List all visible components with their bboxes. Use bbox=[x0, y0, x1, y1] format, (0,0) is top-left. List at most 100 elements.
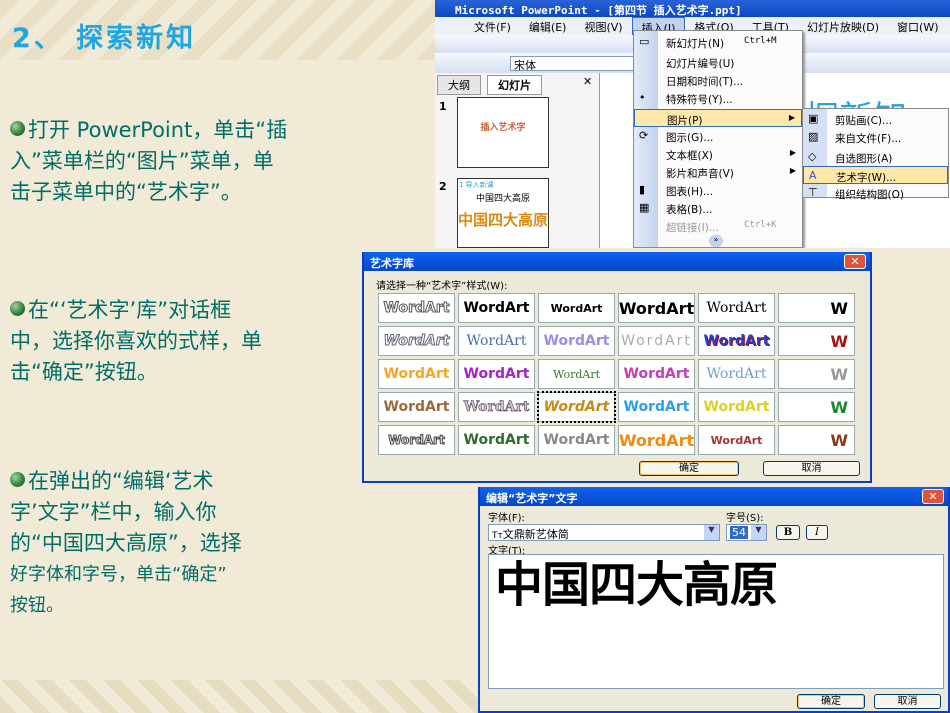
wordart-style-option[interactable]: W bbox=[778, 326, 855, 356]
wordart-style-option[interactable]: W bbox=[778, 359, 855, 389]
menu-item-symbol[interactable]: • 特殊符号(Y)... bbox=[634, 89, 802, 107]
wordart-style-option[interactable]: WordArt bbox=[698, 326, 775, 356]
wordart-style-option[interactable]: WordArt bbox=[537, 391, 616, 423]
font-select[interactable]: Tт文鼎新艺体简 ▼ bbox=[488, 524, 720, 541]
powerpoint-window: Microsoft PowerPoint - [第四节 插入艺术字.ppt] 文… bbox=[435, 0, 950, 248]
wordart-style-option[interactable]: WordArt bbox=[458, 293, 535, 323]
italic-button[interactable]: I bbox=[806, 525, 828, 540]
new-slide-icon: ▭ bbox=[639, 35, 650, 48]
submenu-arrow-icon: ▶ bbox=[788, 113, 795, 122]
slide-title: 2、 探索新知 bbox=[12, 23, 197, 54]
wordart-style-option[interactable]: WordArt bbox=[698, 359, 775, 389]
menu-item-slide-number[interactable]: 幻灯片编号(U) bbox=[634, 53, 802, 71]
cancel-button[interactable]: 取消 bbox=[874, 694, 941, 709]
ok-button[interactable]: 确定 bbox=[639, 461, 739, 476]
wordart-text-input[interactable]: 中国四大高原 bbox=[488, 554, 944, 689]
menu-item-textbox[interactable]: 文本框(X) ▶ bbox=[634, 145, 802, 163]
bullet-icon bbox=[10, 301, 25, 316]
decorative-border bbox=[0, 680, 480, 713]
wordart-style-option[interactable]: WordArt bbox=[538, 326, 615, 356]
menu-item-org-chart[interactable]: ⊤ 组织结构图(O) bbox=[803, 184, 948, 202]
wordart-style-option[interactable]: WordArt bbox=[378, 359, 455, 389]
size-label: 字号(S): bbox=[726, 513, 764, 524]
menu-view[interactable]: 视图(V) bbox=[575, 17, 631, 35]
dialog-title: 编辑“艺术字”文字 bbox=[480, 487, 948, 506]
pane-tabs: 大纲 幻灯片 ✕ bbox=[435, 75, 595, 95]
menu-item-hyperlink[interactable]: 超链接(I)... Ctrl+K bbox=[634, 217, 802, 235]
chart-icon: ▮ bbox=[639, 183, 646, 196]
wordart-style-option[interactable]: WordArt bbox=[538, 425, 615, 455]
slide-thumbnail-2[interactable]: 1 导入新课 中国四大高原 中国四大高原 bbox=[457, 178, 549, 248]
chevron-down-icon: ▼ bbox=[751, 525, 766, 540]
edit-wordart-text-dialog: 编辑“艺术字”文字 ✕ 字体(F): Tт文鼎新艺体简 ▼ 字号(S): 54 ▼ … bbox=[478, 487, 950, 713]
wordart-style-option[interactable]: WordArt bbox=[618, 326, 695, 356]
dialog-title: 艺术字库 bbox=[364, 252, 870, 271]
wordart-style-option[interactable]: WordArt bbox=[618, 293, 695, 323]
wordart-style-option[interactable]: WordArt bbox=[458, 326, 535, 356]
wordart-style-option[interactable]: WordArt bbox=[378, 392, 455, 422]
bold-button[interactable]: B bbox=[776, 525, 800, 540]
chevron-down-icon: ▼ bbox=[704, 525, 719, 540]
table-icon: ▦ bbox=[639, 201, 650, 214]
menu-item-new-slide[interactable]: ▭ 新幻灯片(N) Ctrl+M bbox=[634, 33, 802, 51]
menu-item-chart[interactable]: ▮ 图表(H)... bbox=[634, 181, 802, 199]
bullet-icon bbox=[10, 121, 25, 136]
font-select[interactable]: 宋体 bbox=[510, 56, 635, 72]
wordart-style-option[interactable]: W bbox=[778, 392, 855, 422]
menu-slideshow[interactable]: 幻灯片放映(D) bbox=[798, 17, 888, 35]
menu-file[interactable]: 文件(F) bbox=[465, 17, 520, 35]
menu-item-movies-sounds[interactable]: 影片和声音(V) ▶ bbox=[634, 163, 802, 181]
slide-number: 1 bbox=[439, 100, 447, 113]
tab-outline[interactable]: 大纲 bbox=[437, 75, 481, 95]
wordart-style-option[interactable]: WordArt bbox=[538, 359, 615, 389]
symbol-icon: • bbox=[639, 91, 646, 104]
menu-item-wordart[interactable]: A 艺术字(W)... bbox=[803, 166, 948, 184]
insert-menu: ▭ 新幻灯片(N) Ctrl+M 幻灯片编号(U) 日期和时间(T)... • 特殊符… bbox=[633, 30, 803, 248]
slide-number: 2 bbox=[439, 180, 447, 193]
wordart-style-option[interactable]: W bbox=[778, 293, 855, 323]
size-select[interactable]: 54 ▼ bbox=[726, 524, 767, 541]
wordart-style-option[interactable]: WordArt bbox=[458, 425, 535, 455]
menu-item-picture[interactable]: 图片(P) ▶ bbox=[634, 109, 802, 127]
wordart-style-option[interactable]: WordArt bbox=[538, 293, 615, 323]
wordart-style-option[interactable]: WordArt bbox=[618, 392, 695, 422]
menu-window[interactable]: 窗口(W) bbox=[888, 17, 947, 35]
menu-item-table[interactable]: ▦ 表格(B)... bbox=[634, 199, 802, 217]
cancel-button[interactable]: 取消 bbox=[763, 461, 860, 476]
close-icon[interactable]: ✕ bbox=[844, 254, 866, 269]
menu-item-from-file[interactable]: ▨ 来自文件(F)... bbox=[803, 128, 948, 146]
wordart-icon: A bbox=[809, 169, 817, 182]
submenu-arrow-icon: ▶ bbox=[789, 148, 796, 157]
menu-edit[interactable]: 编辑(E) bbox=[520, 17, 576, 35]
wordart-style-option[interactable]: WordArt bbox=[698, 392, 775, 422]
bullet-icon bbox=[10, 472, 25, 487]
slide-thumbnail-1[interactable]: 插入艺术字 bbox=[457, 97, 549, 168]
ok-button[interactable]: 确定 bbox=[797, 694, 865, 709]
tab-slides[interactable]: 幻灯片 bbox=[487, 75, 542, 95]
wordart-style-option[interactable]: WordArt bbox=[618, 425, 695, 455]
wordart-style-grid: WordArt WordArt WordArt WordArt WordArt W Word… bbox=[378, 293, 855, 455]
wordart-gallery-dialog: 艺术字库 ✕ 请选择一种“艺术字”样式(W): WordArt WordArt Wo… bbox=[362, 252, 872, 483]
menu-item-autoshapes[interactable]: ◇ 自选图形(A) bbox=[803, 148, 948, 166]
menu-item-clipart[interactable]: ▣ 剪贴画(C)... bbox=[803, 110, 948, 128]
menu-item-date-time[interactable]: 日期和时间(T)... bbox=[634, 71, 802, 89]
expand-menu-icon[interactable]: » bbox=[709, 235, 723, 247]
diagram-icon: ⟳ bbox=[639, 129, 649, 142]
wordart-style-option[interactable]: WordArt bbox=[378, 293, 455, 323]
close-icon[interactable]: ✕ bbox=[922, 489, 944, 504]
menu-item-diagram[interactable]: ⟳ 图示(G)... bbox=[634, 127, 802, 145]
gallery-prompt: 请选择一种“艺术字”样式(W): bbox=[376, 281, 508, 292]
wordart-style-option[interactable]: WordArt bbox=[698, 425, 775, 455]
wordart-style-option[interactable]: WordArt bbox=[458, 392, 535, 422]
wordart-style-option[interactable]: W bbox=[778, 425, 855, 455]
close-pane-icon[interactable]: ✕ bbox=[583, 75, 592, 88]
font-label: 字体(F): bbox=[488, 513, 525, 524]
wordart-style-option[interactable]: WordArt bbox=[698, 293, 775, 323]
wordart-style-option[interactable]: WordArt bbox=[458, 359, 535, 389]
picture-submenu: ▣ 剪贴画(C)... ▨ 来自文件(F)... ◇ 自选图形(A) A 艺术字(W).… bbox=[802, 108, 949, 201]
wordart-style-option[interactable]: WordArt bbox=[378, 425, 455, 455]
wordart-style-option[interactable]: WordArt bbox=[618, 359, 695, 389]
step-1-text: 打开 PowerPoint，单击“插 入”菜单栏的“图片”菜单，单 击子菜单中的… bbox=[10, 118, 288, 204]
window-title: Microsoft PowerPoint - [第四节 插入艺术字.ppt] bbox=[435, 0, 950, 17]
wordart-style-option[interactable]: WordArt bbox=[378, 326, 455, 356]
